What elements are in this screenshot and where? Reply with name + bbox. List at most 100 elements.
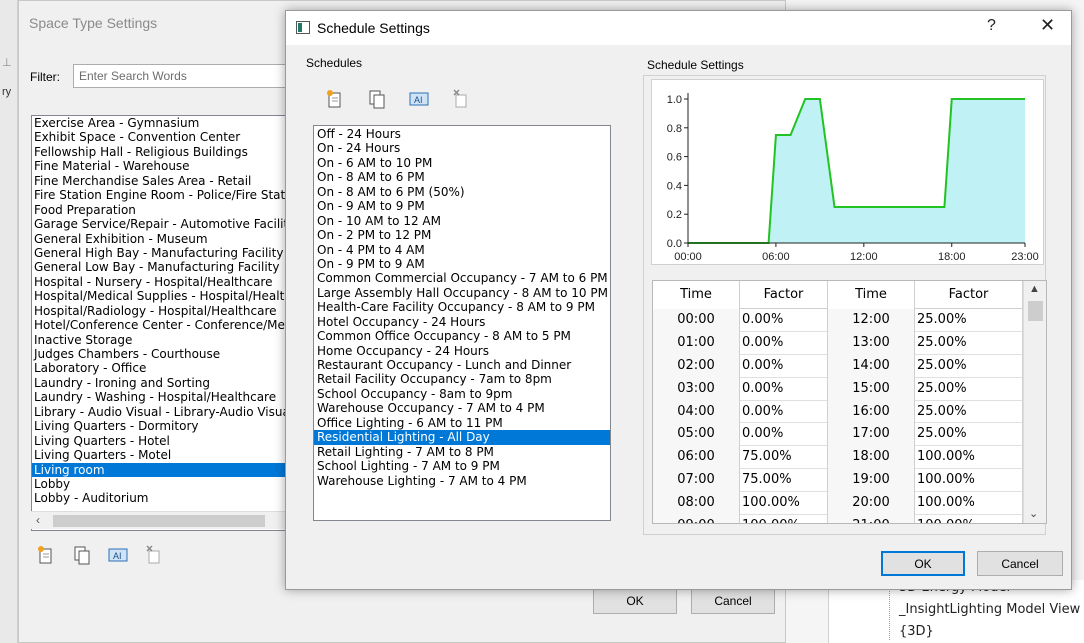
space-type-list-item[interactable]: Living Quarters - Dormitory	[32, 419, 288, 433]
schedule-list-item[interactable]: Residential Lighting - All Day	[314, 430, 610, 445]
schedule-list-item[interactable]: On - 24 Hours	[314, 141, 610, 155]
space-type-list-item[interactable]: Exercise Area - Gymnasium	[32, 116, 288, 130]
space-type-list-item[interactable]: General High Bay - Manufacturing Facilit…	[32, 246, 288, 260]
space-type-list-item[interactable]: Hospital/Medical Supplies - Hospital/Hea…	[32, 289, 288, 303]
filter-search-input[interactable]	[73, 64, 293, 88]
space-type-list-item[interactable]: Judges Chambers - Courthouse	[32, 347, 288, 361]
factor-cell[interactable]: 0.00%	[740, 400, 828, 424]
factor-cell[interactable]: 0.00%	[740, 331, 828, 355]
schedule-list-item[interactable]: On - 9 PM to 9 AM	[314, 257, 610, 271]
delete-icon[interactable]	[143, 544, 165, 566]
factor-cell[interactable]: 25.00%	[915, 423, 1023, 447]
schedule-list-item[interactable]: On - 6 AM to 10 PM	[314, 156, 610, 170]
space-type-list-item[interactable]: Living room	[32, 462, 288, 477]
factor-cell[interactable]: 75.00%	[740, 469, 828, 493]
help-button[interactable]: ?	[987, 17, 996, 35]
scroll-thumb[interactable]	[53, 515, 265, 527]
space-type-list-item[interactable]: Fire Station Engine Room - Police/Fire S…	[32, 188, 288, 202]
space-type-list-item[interactable]: Living Quarters - Motel	[32, 448, 288, 462]
scroll-thumb[interactable]	[1028, 301, 1043, 321]
close-icon[interactable]: ✕	[1040, 15, 1055, 36]
factor-cell[interactable]: 100.00%	[915, 492, 1023, 516]
new-schedule-icon[interactable]	[324, 88, 346, 110]
space-type-list-item[interactable]: Fine Merchandise Sales Area - Retail	[32, 174, 288, 188]
factor-cell[interactable]: 25.00%	[915, 331, 1023, 355]
tree-item-insight-lighting-view[interactable]: _InsightLighting Model View	[899, 602, 1080, 617]
space-type-list-item[interactable]: Laundry - Ironing and Sorting	[32, 376, 288, 390]
schedule-list-item[interactable]: Office Lighting - 6 AM to 11 PM	[314, 416, 610, 430]
factor-cell[interactable]: 100.00%	[740, 492, 828, 516]
space-type-list-item[interactable]: Fine Material - Warehouse	[32, 159, 288, 173]
schedule-list-item[interactable]: Common Office Occupancy - 8 AM to 5 PM	[314, 329, 610, 343]
space-type-list-item[interactable]: Fellowship Hall - Religious Buildings	[32, 145, 288, 159]
factor-cell[interactable]: 100.00%	[915, 469, 1023, 493]
scroll-left-arrow-icon[interactable]: ‹	[36, 513, 40, 527]
scroll-up-arrow-icon[interactable]: ▲	[1029, 283, 1040, 295]
schedule-list-item[interactable]: On - 2 PM to 12 PM	[314, 228, 610, 242]
space-type-list-hscrollbar[interactable]: ‹	[31, 511, 289, 529]
space-type-list-item[interactable]: Garage Service/Repair - Automotive Facil…	[32, 217, 288, 231]
delete-schedule-icon[interactable]	[450, 88, 472, 110]
space-type-list-item[interactable]: Food Preparation	[32, 203, 288, 217]
schedule-list-item[interactable]: Retail Facility Occupancy - 7am to 8pm	[314, 372, 610, 386]
schedule-list-item[interactable]: Health-Care Facility Occupancy - 8 AM to…	[314, 300, 610, 314]
schedule-list-item[interactable]: Home Occupancy - 24 Hours	[314, 344, 610, 358]
schedule-list-item[interactable]: Warehouse Occupancy - 7 AM to 4 PM	[314, 401, 610, 415]
space-type-list-item[interactable]: Laboratory - Office	[32, 361, 288, 375]
schedule-list-item[interactable]: On - 4 PM to 4 AM	[314, 243, 610, 257]
factor-cell[interactable]: 25.00%	[915, 354, 1023, 378]
factor-cell[interactable]: 75.00%	[740, 446, 828, 470]
space-type-ok-button[interactable]: OK	[593, 588, 677, 614]
schedule-list-item[interactable]: Common Commercial Occupancy - 7 AM to 6 …	[314, 271, 610, 285]
factor-cell[interactable]: 100.00%	[740, 515, 828, 523]
space-type-list-item[interactable]: Library - Audio Visual - Library-Audio V…	[32, 405, 288, 419]
schedule-list-item[interactable]: On - 8 AM to 6 PM	[314, 170, 610, 184]
space-type-list-item[interactable]: Laundry - Washing - Hospital/Healthcare	[32, 390, 288, 404]
new-item-icon[interactable]	[35, 544, 57, 566]
schedule-list-item[interactable]: On - 10 AM to 12 AM	[314, 214, 610, 228]
duplicate-icon[interactable]	[71, 544, 93, 566]
rename-schedule-icon[interactable]: AI	[408, 88, 430, 110]
schedule-list-item[interactable]: Large Assembly Hall Occupancy - 8 AM to …	[314, 286, 610, 300]
tree-item-3d[interactable]: {3D}	[899, 624, 934, 639]
schedule-list-item[interactable]: Hotel Occupancy - 24 Hours	[314, 315, 610, 329]
schedule-list-item[interactable]: Restaurant Occupancy - Lunch and Dinner	[314, 358, 610, 372]
scroll-down-arrow-icon[interactable]: ⌄	[1029, 507, 1038, 520]
space-type-list-item[interactable]: Hotel/Conference Center - Conference/Mee…	[32, 318, 288, 332]
schedule-list-item[interactable]: Off - 24 Hours	[314, 127, 610, 141]
schedule-ok-button[interactable]: OK	[881, 551, 965, 576]
factor-cell[interactable]: 0.00%	[740, 354, 828, 378]
space-type-list-item[interactable]: Lobby - Auditorium	[32, 491, 288, 505]
factor-cell[interactable]: 25.00%	[915, 377, 1023, 401]
space-type-list-item[interactable]: Inactive Storage	[32, 333, 288, 347]
table-row: 02:00 0.00% 14:00 25.00%	[653, 354, 1023, 378]
table-header: Time Factor Time Factor	[653, 281, 1023, 309]
factor-cell[interactable]: 0.00%	[740, 423, 828, 447]
factor-cell[interactable]: 100.00%	[915, 446, 1023, 470]
space-type-list-item[interactable]: Hospital/Radiology - Hospital/Healthcare	[32, 304, 288, 318]
table-vscrollbar[interactable]: ▲ ⌄	[1023, 281, 1046, 523]
factor-cell[interactable]: 25.00%	[915, 400, 1023, 424]
factor-cell[interactable]: 0.00%	[740, 309, 828, 332]
space-type-cancel-button[interactable]: Cancel	[691, 588, 775, 614]
schedule-cancel-button[interactable]: Cancel	[977, 551, 1063, 576]
space-type-list-item[interactable]: General Low Bay - Manufacturing Facility	[32, 260, 288, 274]
schedule-list-item[interactable]: School Lighting - 7 AM to 9 PM	[314, 459, 610, 473]
space-type-list-item[interactable]: Hospital - Nursery - Hospital/Healthcare	[32, 275, 288, 289]
factor-cell[interactable]: 100.00%	[915, 515, 1023, 523]
factor-cell[interactable]: 0.00%	[740, 377, 828, 401]
rename-icon[interactable]: AI	[107, 544, 129, 566]
space-type-list-item[interactable]: Lobby	[32, 477, 288, 491]
schedule-list-item[interactable]: School Occupancy - 8am to 9pm	[314, 387, 610, 401]
factor-cell[interactable]: 25.00%	[915, 309, 1023, 332]
duplicate-schedule-icon[interactable]	[366, 88, 388, 110]
space-type-list-item[interactable]: Living Quarters - Hotel	[32, 434, 288, 448]
schedule-list-item[interactable]: Retail Lighting - 7 AM to 8 PM	[314, 445, 610, 459]
space-type-list-item[interactable]: Exhibit Space - Convention Center	[32, 130, 288, 144]
schedule-list-item[interactable]: On - 9 AM to 9 PM	[314, 199, 610, 213]
schedule-list-item[interactable]: Warehouse Lighting - 7 AM to 4 PM	[314, 474, 610, 488]
schedule-list-item[interactable]: On - 8 AM to 6 PM (50%)	[314, 185, 610, 199]
space-type-list[interactable]: Exercise Area - Gymnasium Exhibit Space -…	[31, 115, 289, 531]
space-type-list-item[interactable]: General Exhibition - Museum	[32, 232, 288, 246]
schedules-list[interactable]: Off - 24 Hours On - 24 Hours On - 6 AM to …	[313, 125, 611, 521]
